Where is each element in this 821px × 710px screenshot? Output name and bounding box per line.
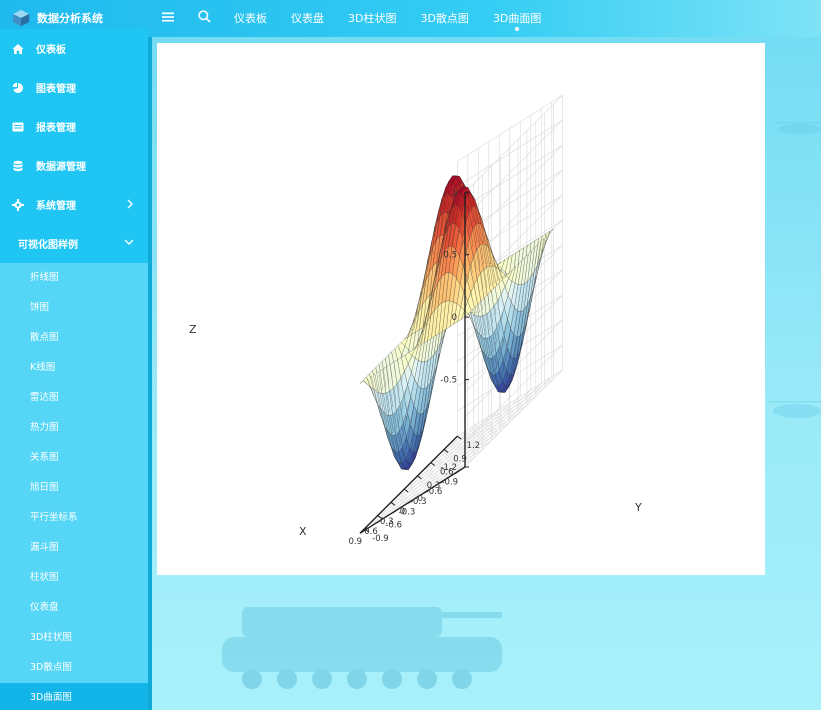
tab-3d-scatter[interactable]: 3D散点图 (408, 0, 480, 37)
home-icon (12, 43, 24, 55)
y-axis-label: Y (634, 501, 642, 514)
sidebar-subitem-scatter[interactable]: 散点图 (0, 323, 148, 353)
sidebar-subitem-3d-surface[interactable]: 3D曲面图 (0, 683, 148, 710)
report-icon (12, 121, 24, 133)
sidebar-item-label: 仪表板 (36, 45, 66, 56)
grid-line (439, 387, 545, 455)
y-tick-label: -0.3 (399, 507, 416, 517)
sidebar-item-label: 系统管理 (36, 201, 76, 212)
search-icon[interactable] (198, 10, 211, 23)
z-tick-label: -0.5 (440, 376, 457, 386)
pie-chart-icon (12, 82, 24, 94)
sidebar-subitem-sunburst[interactable]: 旭日图 (0, 473, 148, 503)
sidebar-item-label: 数据源管理 (36, 162, 86, 173)
tab-3d-surface[interactable]: 3D曲面图 (481, 0, 553, 37)
sidebar-item-report-management[interactable]: 报表管理 (0, 107, 148, 146)
hamburger-menu-icon[interactable] (162, 11, 174, 23)
grid-line (464, 369, 563, 468)
database-icon (12, 160, 24, 172)
sidebar-subitem-heatmap[interactable]: 热力图 (0, 413, 148, 443)
sidebar-subitem-bar[interactable]: 柱状图 (0, 563, 148, 593)
surface-chart[interactable]: -1.2-0.500.51-0.9-0.6-0.300.30.60.9 -0.9-… (157, 43, 765, 575)
y-tick-label: -0.6 (385, 521, 402, 531)
tab-dashboard[interactable]: 仪表板 (222, 0, 279, 37)
sidebar-group-label: 可视化图样例 (18, 240, 78, 251)
cube-logo-icon (12, 9, 30, 27)
grid-line (464, 119, 563, 218)
gear-icon (12, 198, 24, 211)
helicopter-decoration-icon-2 (769, 401, 821, 418)
sidebar-item-label: 图表管理 (36, 84, 76, 95)
grid-line (368, 457, 475, 525)
grid-line (464, 95, 563, 193)
app-title: 数据分析系统 (37, 12, 103, 25)
tab-3d-bar[interactable]: 3D柱状图 (336, 0, 408, 37)
sidebar-item-system-management[interactable]: 系统管理 (0, 185, 148, 224)
chevron-down-icon (124, 239, 134, 245)
y-tick-label: -0.9 (372, 534, 389, 544)
z-axis-label: Z (189, 323, 197, 336)
z-tick-label: 1 (452, 188, 457, 198)
y-tick-label: 0.6 (440, 468, 454, 478)
grid-line (421, 404, 528, 472)
sidebar-item-label: 报表管理 (36, 123, 76, 134)
chevron-right-icon (127, 199, 133, 209)
app-logo[interactable]: 数据分析系统 (12, 9, 103, 27)
sidebar-group-visualization[interactable]: 可视化图样例 (0, 224, 148, 263)
y-tick-label: 0.9 (453, 454, 467, 464)
z-tick-label: 0 (452, 313, 457, 323)
sidebar-item-chart-management[interactable]: 图表管理 (0, 68, 148, 107)
tank-decoration-icon (222, 607, 502, 689)
sidebar-subitem-parallel[interactable]: 平行坐标系 (0, 503, 148, 533)
y-tick-label: 0.3 (427, 481, 441, 491)
sidebar-subitem-line[interactable]: 折线图 (0, 263, 148, 293)
sidebar-item-dashboard[interactable]: 仪表板 (0, 29, 148, 68)
sidebar-subitem-candlestick[interactable]: K线图 (0, 353, 148, 383)
grid-line (430, 396, 536, 463)
sidebar-subitem-pie[interactable]: 饼图 (0, 293, 148, 323)
x-axis-label: X (299, 525, 307, 538)
z-tick-label: 0.5 (443, 251, 457, 261)
tab-gauge[interactable]: 仪表盘 (279, 0, 336, 37)
sidebar-subitem-3d-bar[interactable]: 3D柱状图 (0, 623, 148, 653)
y-tick-label: 0 (418, 494, 423, 504)
helicopter-decoration-icon (775, 122, 821, 134)
sidebar-subitem-3d-scatter[interactable]: 3D散点图 (0, 653, 148, 683)
sidebar-item-datasource-management[interactable]: 数据源管理 (0, 146, 148, 185)
sidebar-subitem-gauge[interactable]: 仪表盘 (0, 593, 148, 623)
x-tick-label: 0.9 (348, 537, 362, 547)
sidebar-submenu: 折线图 饼图 散点图 K线图 雷达图 热力图 关系图 旭日图 平行坐标系 漏斗图… (0, 263, 148, 710)
sidebar-subitem-radar[interactable]: 雷达图 (0, 383, 148, 413)
sidebar: 仪表板 图表管理 报表管理 数据源管理 系统管理 可视化图样例 折线图 饼图 散… (0, 29, 148, 710)
sidebar-subitem-funnel[interactable]: 漏斗图 (0, 533, 148, 563)
x-tick-label: -0.9 (441, 477, 458, 487)
y-tick-label: 1.2 (467, 441, 481, 451)
top-tabs: 仪表板 仪表盘 3D柱状图 3D散点图 3D曲面图 (222, 0, 553, 37)
chart-panel[interactable]: -1.2 -0.5 0 0.5 1 -0.9 -0.6 -0.3 0 0.3 0.6 0.9 -0.9-… (157, 43, 765, 575)
sidebar-subitem-graph[interactable]: 关系图 (0, 443, 148, 473)
main-content: -1.2 -0.5 0 0.5 1 -0.9 -0.6 -0.3 0 0.3 0.6 0.9 -0.9-… (152, 37, 821, 710)
